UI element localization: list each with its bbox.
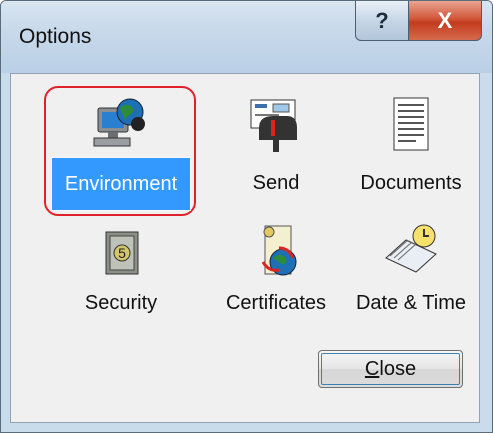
option-label: Environment [51, 157, 191, 211]
environment-icon [93, 98, 145, 147]
window-title: Options [19, 25, 92, 48]
svg-text:5: 5 [118, 245, 126, 261]
help-button[interactable]: ? [355, 1, 409, 41]
option-security[interactable]: 5 Security [46, 216, 196, 366]
option-date-time[interactable]: Date & Time [336, 216, 486, 366]
close-button[interactable]: Close [318, 350, 463, 388]
title-bar[interactable]: Options ? X [1, 1, 492, 73]
safe-icon: 5 [105, 231, 139, 275]
options-panel: Environment Send Documents 5 Security Ce… [10, 73, 480, 423]
option-label: Send [252, 172, 300, 194]
option-label: Certificates [225, 292, 327, 314]
options-dialog: Options ? X Environment Send Documents 5… [0, 0, 493, 433]
certificate-icon [261, 225, 297, 276]
close-icon: X [437, 7, 453, 33]
calendar-clock-icon [385, 224, 437, 273]
option-label: Documents [360, 172, 462, 194]
documents-icon [393, 97, 429, 151]
option-label: Date & Time [355, 292, 467, 314]
send-mailbox-icon [250, 99, 297, 152]
help-icon: ? [375, 7, 389, 33]
option-certificates[interactable]: Certificates [201, 216, 351, 366]
window-close-button[interactable]: X [408, 1, 482, 41]
close-button-focus-border [321, 353, 460, 385]
option-label: Security [84, 292, 158, 314]
